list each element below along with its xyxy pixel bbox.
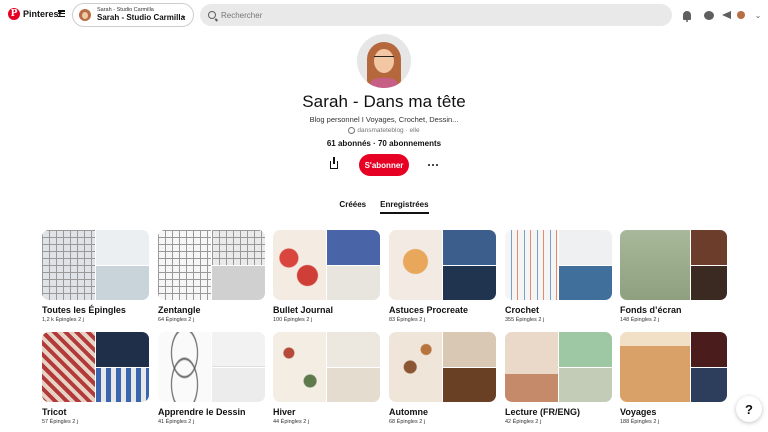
board-title: Toutes les Épingles — [42, 305, 126, 315]
help-button[interactable]: ? — [736, 396, 762, 422]
board-card[interactable]: Astuces Procreate 83 Épingles 2 j — [389, 230, 497, 323]
board-card[interactable]: Tricot 57 Épingles 2 j — [42, 332, 150, 425]
handle-text: dansmateteblog · elle — [357, 127, 420, 134]
profile-handle: dansmateteblog · elle — [0, 127, 768, 134]
account-name: Sarah - Studio Carmilla — [97, 13, 186, 23]
board-thumbnail — [620, 332, 727, 402]
share-icon[interactable] — [327, 157, 341, 172]
profile-avatar — [357, 34, 411, 88]
board-thumbnail — [620, 230, 727, 300]
board-title: Astuces Procreate — [389, 305, 469, 315]
board-title: Lecture (FR/ENG) — [505, 407, 581, 417]
board-card[interactable]: Fonds d’écran 148 Épingles 2 j — [620, 230, 728, 323]
board-meta: 68 Épingles 2 j — [389, 419, 426, 425]
board-title: Fonds d’écran — [620, 305, 682, 315]
tab-created[interactable]: Créées — [339, 200, 366, 214]
board-card[interactable]: Voyages 188 Épingles 2 j — [620, 332, 728, 425]
board-meta: 148 Épingles 2 j — [620, 317, 660, 323]
subscribe-button[interactable]: S'abonner — [359, 154, 409, 176]
board-meta: 64 Épingles 2 j — [158, 317, 195, 323]
chevron-down-icon[interactable]: ⌄ — [751, 8, 765, 22]
chevron-down-icon: ⌄ — [180, 11, 187, 20]
pinterest-icon: P — [8, 8, 20, 20]
board-thumbnail — [505, 332, 612, 402]
board-title: Apprendre le Dessin — [158, 407, 246, 417]
pinterest-small-icon — [348, 127, 356, 134]
messages-icon[interactable] — [702, 8, 716, 22]
board-card[interactable]: Lecture (FR/ENG) 42 Épingles 2 j — [505, 332, 613, 425]
board-thumbnail — [42, 230, 149, 300]
logo-text: Pinterest — [23, 9, 62, 19]
search-icon — [208, 11, 216, 19]
megaphone-icon[interactable] — [719, 8, 733, 22]
profile-bio: Blog personnel I Voyages, Crochet, Dessi… — [309, 115, 459, 124]
board-thumbnail — [42, 332, 149, 402]
board-thumbnail — [273, 230, 380, 300]
search-input[interactable] — [221, 10, 641, 20]
board-card[interactable]: Automne 68 Épingles 2 j — [389, 332, 497, 425]
notifications-bell-icon[interactable] — [680, 8, 694, 22]
board-card[interactable]: Crochet 355 Épingles 2 j — [505, 230, 613, 323]
follow-stats[interactable]: 61 abonnés · 70 abonnements — [0, 139, 768, 148]
board-card[interactable]: Toutes les Épingles 1,2 k Épingles 2 j — [42, 230, 150, 323]
board-card[interactable]: Zentangle 64 Épingles 2 j — [158, 230, 266, 323]
profile-tabs: Créées Enregistrées — [0, 200, 768, 214]
board-thumbnail — [389, 332, 496, 402]
menu-icon[interactable] — [58, 10, 65, 17]
top-nav-bar: P Pinterest Sarah - Studio Carmilla Sara… — [0, 0, 768, 30]
board-meta: 100 Épingles 2 j — [273, 317, 313, 323]
board-title: Hiver — [273, 407, 296, 417]
board-card[interactable]: Bullet Journal 100 Épingles 2 j — [273, 230, 381, 323]
board-thumbnail — [389, 230, 496, 300]
account-avatar — [79, 9, 91, 21]
board-thumbnail — [158, 332, 265, 402]
board-meta: 44 Épingles 2 j — [273, 419, 310, 425]
board-title: Bullet Journal — [273, 305, 334, 315]
more-options-icon[interactable] — [425, 158, 441, 172]
board-meta: 42 Épingles 2 j — [505, 419, 542, 425]
account-switcher[interactable]: Sarah - Studio Carmilla Sarah - Studio C… — [72, 3, 194, 27]
pinterest-logo[interactable]: P Pinterest — [8, 8, 62, 20]
profile-name: Sarah - Dans ma tête — [302, 92, 466, 111]
board-thumbnail — [158, 230, 265, 300]
board-thumbnail — [505, 230, 612, 300]
board-meta: 1,2 k Épingles 2 j — [42, 317, 84, 323]
board-meta: 57 Épingles 2 j — [42, 419, 79, 425]
board-card[interactable]: Hiver 44 Épingles 2 j — [273, 332, 381, 425]
board-thumbnail — [273, 332, 380, 402]
board-title: Automne — [389, 407, 428, 417]
board-meta: 41 Épingles 2 j — [158, 419, 195, 425]
board-meta: 355 Épingles 2 j — [505, 317, 545, 323]
search-bar[interactable] — [200, 4, 672, 26]
board-title: Tricot — [42, 407, 67, 417]
profile-avatar-icon[interactable] — [734, 8, 748, 22]
board-card[interactable]: Apprendre le Dessin 41 Épingles 2 j — [158, 332, 266, 425]
board-title: Crochet — [505, 305, 540, 315]
board-meta: 188 Épingles 2 j — [620, 419, 660, 425]
board-title: Voyages — [620, 407, 657, 417]
tab-saved[interactable]: Enregistrées — [380, 200, 429, 214]
board-title: Zentangle — [158, 305, 201, 315]
board-meta: 83 Épingles 2 j — [389, 317, 426, 323]
